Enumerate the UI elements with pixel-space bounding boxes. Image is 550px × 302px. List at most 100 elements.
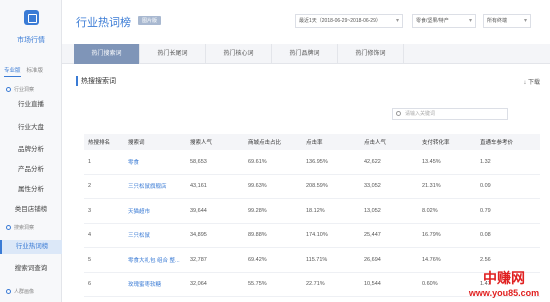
table-cell: 39,644 [190,207,207,214]
table-cell: 13.45% [422,158,441,165]
sidebar-item-industry-market[interactable]: 行业大盘 [0,121,62,135]
section-title: 热搜搜索词 [76,76,116,86]
table-cell: 8.02% [422,207,438,214]
table-cell: 32,787 [190,256,207,263]
table-cell: 0.09 [480,183,491,190]
table-cell: 34,895 [190,232,207,239]
table-header: 热搜排名 搜索词 搜索人气 商城点击占比 点击率 点击人气 支付转化率 直通车参考价 [84,134,540,150]
column-header: 热搜排名 [88,140,111,146]
category-select[interactable]: 零食/坚果/特产 [412,14,476,28]
date-range-select[interactable]: 最近1天（2018-06-29~2018-06-29） [295,14,403,28]
sidebar-item-brand[interactable]: 品牌分析 [0,143,62,157]
table-cell: 26,694 [364,256,381,263]
watermark-cn: 中赚网 [483,270,525,286]
keyword-link[interactable]: 天猫超市 [124,207,186,215]
app-name: 市场行情 [17,37,45,44]
download-button[interactable]: ↓ 下载 [523,77,540,86]
table-cell: 0.79 [480,207,491,214]
sidebar-item-industry-live[interactable]: 行业直播 [0,98,62,112]
group-label: 搜索洞察 [14,225,35,231]
sidebar-item-category-shop[interactable]: 类目店铺榜 [0,203,62,217]
column-header[interactable]: 点击人气 [360,138,418,146]
table-cell: 25,447 [364,232,381,239]
group-crowd: 人群画像 [6,288,34,295]
table-cell: 16.79% [422,232,441,239]
table-cell: 43,161 [190,183,207,190]
sidebar-item-product[interactable]: 产品分析 [0,163,62,177]
keyword-link[interactable]: 零食 [124,158,186,166]
market-logo-icon [24,10,39,25]
table-cell: 2.56 [480,256,491,263]
tab-professional[interactable]: 专业版 [4,66,21,77]
column-header[interactable]: 支付转化率 [418,138,476,146]
table-cell: 55.75% [248,281,267,288]
tab-long-tail[interactable]: 热门长尾词 [140,44,206,64]
table-cell: 174.10% [306,232,328,239]
table-cell: 13,052 [364,207,381,214]
main-content: 行业热词榜 图片版 最近1天（2018-06-29~2018-06-29） 零食… [62,0,550,302]
keyword-link[interactable]: 三只松鼠 [124,231,186,239]
group-industry: 行业洞察 [6,86,34,93]
table-cell: 99.28% [248,207,267,214]
table-cell: 18.12% [306,207,325,214]
table-cell: 89.88% [248,232,267,239]
group-label: 行业洞察 [14,87,35,93]
sidebar-item-attribute[interactable]: 属性分析 [0,183,62,197]
watermark-logo: 中赚网 www.you85.com [460,268,548,298]
table-cell: 1 [88,158,92,165]
table-cell: 21.31% [422,183,441,190]
table-cell: 3 [88,207,92,214]
column-header: 搜索词 [128,140,145,146]
download-label: 下载 [527,80,540,86]
table-row: 3 天猫超市 39,644 99.28% 18.12% 13,052 8.02% 0.79 [84,199,540,224]
sidebar-item-search-query[interactable]: 搜索词查询 [0,262,62,276]
table-cell: 5 [88,256,92,263]
industry-icon [6,87,11,92]
group-search: 搜索洞察 [6,224,34,231]
table-cell: 136.95% [306,158,328,165]
table-cell: 6 [88,281,92,288]
table-row: 1 零食 58,653 69.61% 136.95% 42,622 13.45% 1.32 [84,150,540,175]
table-cell: 22.71% [306,281,325,288]
table-cell: 4 [88,232,92,239]
table-cell: 208.59% [306,183,328,190]
table-cell: 2 [88,183,92,190]
table-cell: 69.61% [248,158,267,165]
group-label: 人群画像 [14,289,35,295]
keyword-link[interactable]: 玫瑰蜜枣软糖 [124,280,186,288]
word-tabs: 热门搜索词 热门长尾词 热门核心词 热门品牌词 热门修饰词 [62,44,550,64]
sidebar: 市场行情 专业版 标准版 行业洞察 行业直播 行业大盘 品牌分析 产品分析 属性… [0,0,62,302]
sidebar-item-hot-words[interactable]: 行业热词榜 [0,240,62,254]
tab-hot-search[interactable]: 热门搜索词 [74,44,140,64]
keyword-link[interactable]: 零食大礼包 组合 整... [124,256,186,264]
column-header[interactable]: 直通车参考价 [476,138,540,146]
watermark-url: www.you85.com [468,288,540,298]
table-cell: 1.32 [480,158,491,165]
table-cell: 33,052 [364,183,381,190]
table-cell: 0.08 [480,232,491,239]
tab-modifier[interactable]: 热门修饰词 [338,44,404,64]
keyword-search-input[interactable]: 请输入关键词 [392,108,508,120]
tab-brand[interactable]: 热门品牌词 [272,44,338,64]
crowd-icon [6,289,11,294]
title-badge: 图片版 [138,16,162,25]
search-group-icon [6,225,11,230]
table-cell: 42,622 [364,158,381,165]
column-header[interactable]: 搜索人气 [186,138,244,146]
edition-tabs: 专业版 标准版 [4,66,60,77]
column-header[interactable]: 商城点击占比 [244,138,302,146]
search-icon [396,111,401,116]
table-cell: 69.42% [248,256,267,263]
search-placeholder: 请输入关键词 [405,111,436,117]
table-cell: 32,064 [190,281,207,288]
terminal-select[interactable]: 所有终端 [483,14,531,28]
table-cell: 14.76% [422,256,441,263]
keyword-link[interactable]: 三只松鼠旗舰店 [124,182,186,190]
column-header[interactable]: 点击率 [302,138,360,146]
tab-core[interactable]: 热门核心词 [206,44,272,64]
tab-standard[interactable]: 标准版 [27,66,44,77]
table-row: 4 三只松鼠 34,895 89.88% 174.10% 25,447 16.79% 0.08 [84,224,540,248]
table-cell: 115.71% [306,256,328,263]
table-cell: 99.63% [248,183,267,190]
table-row: 2 三只松鼠旗舰店 43,161 99.63% 208.59% 33,052 21.31% 0… [84,175,540,199]
